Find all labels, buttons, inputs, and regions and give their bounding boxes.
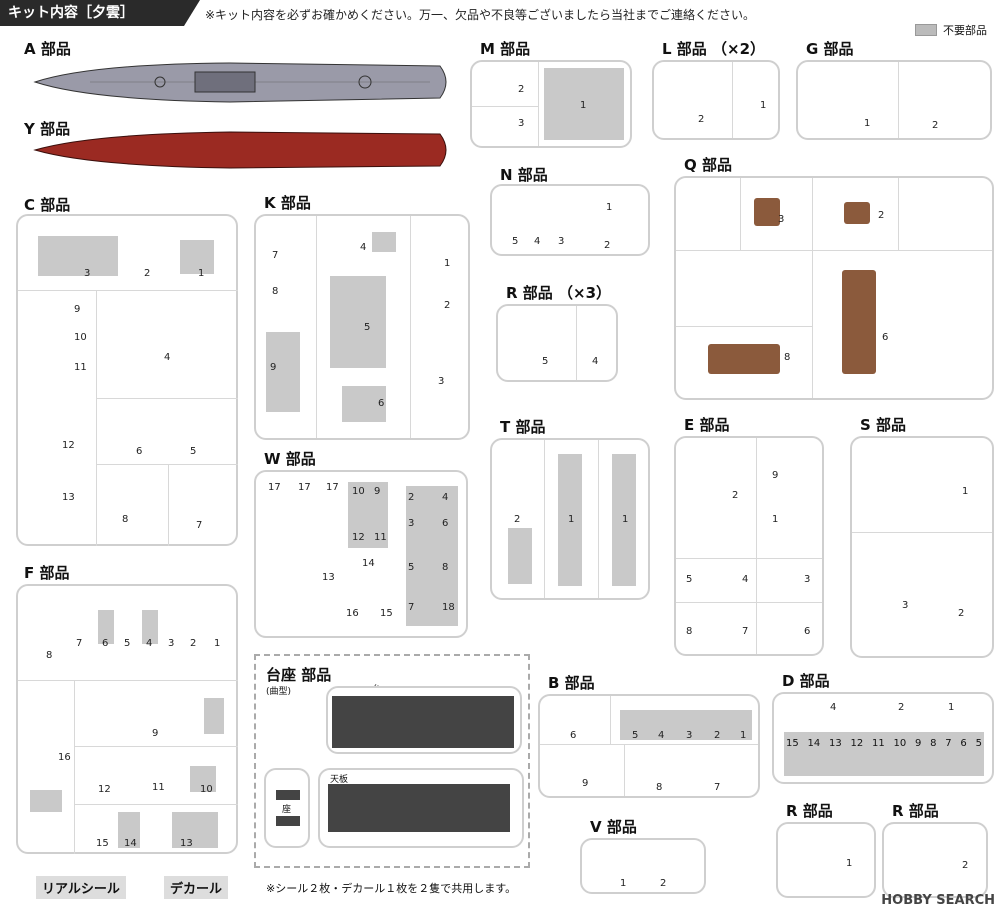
top-plate (328, 784, 510, 832)
sprue-d-number: 15 (786, 738, 799, 749)
group-d-label: D 部品 (782, 672, 830, 690)
sprue-g: 1 2 (796, 60, 992, 140)
hull-a (33, 62, 447, 103)
group-b-label: B 部品 (548, 674, 595, 692)
hull-y (33, 131, 447, 169)
sprue-s: 1 3 2 (850, 436, 994, 658)
sprue-f: 8 7 6 5 4 3 2 1 9 16 12 11 10 15 14 13 (16, 584, 238, 854)
group-r1-label: R 部品 (786, 802, 833, 820)
sprue-v: 1 2 (580, 838, 706, 894)
group-a-label: A 部品 (24, 40, 71, 58)
group-c-label: C 部品 (24, 196, 71, 214)
group-n-label: N 部品 (500, 166, 548, 184)
base-frame: 台座 部品 (曲型) 台 座 天板 (254, 654, 530, 868)
sprue-d-number: 6 (960, 738, 967, 749)
kit-contents-title: キット内容［夕雲］ (0, 0, 200, 26)
kit-notice: ※キット内容を必ずお確かめください。万一、欠品や不良等ございましたら当社までご連… (205, 8, 756, 22)
group-v-label: V 部品 (590, 818, 637, 836)
legend-label: 不要部品 (943, 24, 987, 37)
group-m-label: M 部品 (480, 40, 531, 58)
unused-swatch (915, 24, 937, 36)
sprue-d-number: 9 (915, 738, 922, 749)
group-e-label: E 部品 (684, 416, 730, 434)
sprue-d-number: 8 (930, 738, 937, 749)
sprue-r2: 2 (882, 822, 988, 898)
sprue-d-number: 11 (872, 738, 885, 749)
group-w-label: W 部品 (264, 450, 316, 468)
group-k-label: K 部品 (264, 194, 311, 212)
sprue-k: 7 8 4 1 2 5 9 3 6 (254, 214, 470, 440)
sprue-d-numbers: 15 14 13 12 11 10 9 8 7 6 5 (786, 738, 982, 749)
group-l-label: L 部品 （×2） (662, 40, 766, 58)
sprue-d: 4 2 1 15 14 13 12 11 10 9 8 7 6 5 (772, 692, 994, 784)
base-sub-label: (曲型) (266, 687, 292, 697)
sprue-t: 2 1 1 (490, 438, 650, 600)
sprue-r1: 1 (776, 822, 876, 898)
sprue-q: 3 2 8 6 (674, 176, 994, 400)
sprue-d-number: 12 (850, 738, 864, 749)
sprue-b: 6 5 4 3 2 1 9 8 7 (538, 694, 760, 798)
group-base-label: 台座 部品 (266, 666, 332, 684)
sprue-d-number: 7 (945, 738, 952, 749)
sprue-l: 2 1 (652, 60, 780, 140)
real-seal-tag: リアルシール (36, 876, 126, 899)
group-g-label: G 部品 (806, 40, 854, 58)
sprue-d-number: 13 (829, 738, 842, 749)
sprue-n: 5 4 3 1 2 (490, 184, 650, 256)
group-f-label: F 部品 (24, 564, 70, 582)
sprue-m: 2 3 1 (470, 60, 632, 148)
group-r3-label: R 部品 （×3） (506, 284, 612, 302)
footer-note: ※シール２枚・デカール１枚を２隻で共用します。 (266, 882, 517, 895)
legend-unused: 不要部品 (915, 22, 987, 38)
sprue-d-number: 14 (807, 738, 821, 749)
sprue-w: 17 17 17 10 9 12 11 2 4 3 6 5 8 7 18 13 … (254, 470, 468, 638)
group-s-label: S 部品 (860, 416, 907, 434)
sprue-r3: 5 4 (496, 304, 618, 382)
sprue-e: 2 9 1 5 4 3 8 7 6 (674, 436, 824, 656)
base-plate (332, 696, 514, 748)
watermark: HOBBY SEARCH (881, 893, 995, 908)
decal-tag: デカール (164, 876, 229, 899)
group-r2-label: R 部品 (892, 802, 939, 820)
group-q-label: Q 部品 (684, 156, 732, 174)
sprue-d-number: 5 (975, 738, 982, 749)
sprue-d-number: 10 (893, 738, 907, 749)
sprue-c: 3 2 1 9 10 11 4 12 6 5 13 8 7 (16, 214, 238, 546)
group-t-label: T 部品 (500, 418, 546, 436)
